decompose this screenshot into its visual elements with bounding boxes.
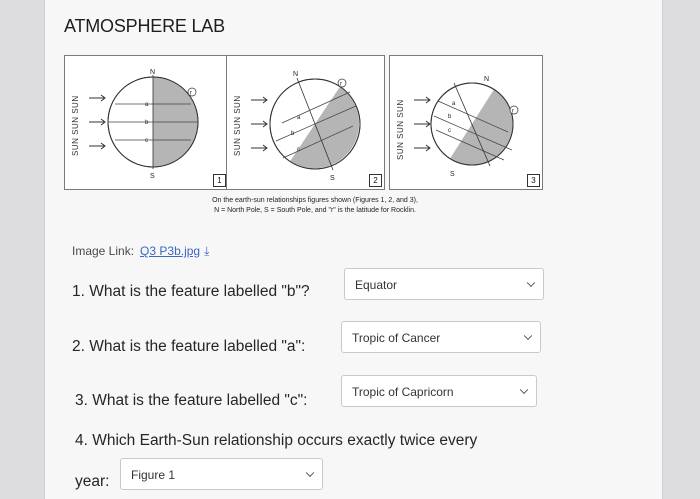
answer-select-3-value: Tropic of Capricorn	[352, 385, 454, 399]
sun-rays	[251, 96, 268, 152]
caption-line-2: N = North Pole, S = South Pole, and "r" …	[214, 207, 416, 214]
figure-panel-1: SUN SUN SUN a b c N S r 1	[64, 55, 229, 190]
answer-select-3[interactable]: Tropic of Capricorn	[341, 375, 537, 407]
answer-select-2-value: Tropic of Cancer	[352, 331, 441, 345]
image-link-row: Image Link: Q3 P3b.jpg ⤓	[72, 244, 209, 259]
figure-caption: On the earth-sun relationships figures s…	[150, 196, 480, 216]
sun-label: SUN SUN SUN	[233, 95, 242, 156]
answer-select-1[interactable]: Equator	[344, 268, 544, 300]
answer-select-4-value: Figure 1	[131, 468, 176, 482]
north-label: N	[293, 71, 298, 78]
rocklin-label: r	[340, 82, 342, 88]
sun-rays	[89, 94, 106, 150]
question-1-text: 1. What is the feature labelled "b"?	[72, 283, 310, 300]
figure-number-2: 2	[369, 174, 382, 187]
chevron-down-icon	[305, 468, 315, 478]
south-label: S	[450, 171, 455, 178]
image-link-label: Image Link:	[72, 244, 135, 258]
sun-rays	[414, 96, 431, 152]
answer-select-4[interactable]: Figure 1	[120, 458, 323, 490]
rocklin-label: r	[190, 91, 192, 97]
line-label-c: c	[448, 128, 451, 134]
north-label: N	[484, 76, 489, 83]
chevron-down-icon	[519, 385, 529, 395]
question-2-text: 2. What is the feature labelled "a":	[72, 338, 306, 355]
figure-number-3: 3	[527, 174, 540, 187]
image-link[interactable]: Q3 P3b.jpg	[140, 244, 200, 258]
question-3-text: 3. What is the feature labelled "c":	[75, 392, 308, 409]
earth-sun-diagram-1: SUN SUN SUN a b c N S r	[71, 69, 199, 180]
south-label: S	[330, 175, 335, 182]
caption-line-1: On the earth-sun relationships figures s…	[212, 197, 418, 204]
figure-panel-3: SUN SUN SUN a b c N S r 3	[389, 55, 543, 190]
line-label-c: c	[145, 138, 148, 144]
rocklin-label: r	[512, 109, 514, 115]
question-4-text: 4. Which Earth-Sun relationship occurs e…	[75, 432, 478, 449]
chevron-down-icon	[523, 331, 533, 341]
south-label: S	[150, 173, 155, 180]
earth-sun-diagram-3: SUN SUN SUN a b c N S r	[396, 76, 519, 178]
sun-label: SUN SUN SUN	[71, 95, 80, 156]
download-icon[interactable]: ⤓	[204, 244, 209, 258]
figure-panel-2: SUN SUN SUN a b c N S r 2	[226, 55, 385, 190]
chevron-down-icon	[526, 278, 536, 288]
sun-label: SUN SUN SUN	[396, 99, 405, 160]
question-4-text-cont: year:	[75, 473, 110, 490]
earth-sun-diagram-2: SUN SUN SUN a b c N S r	[233, 71, 361, 182]
answer-select-2[interactable]: Tropic of Cancer	[341, 321, 541, 353]
figure-number-1: 1	[213, 174, 226, 187]
north-label: N	[150, 69, 155, 76]
answer-select-1-value: Equator	[355, 278, 398, 292]
page-title: ATMOSPHERE LAB	[64, 16, 225, 36]
line-label-c: c	[297, 147, 300, 153]
